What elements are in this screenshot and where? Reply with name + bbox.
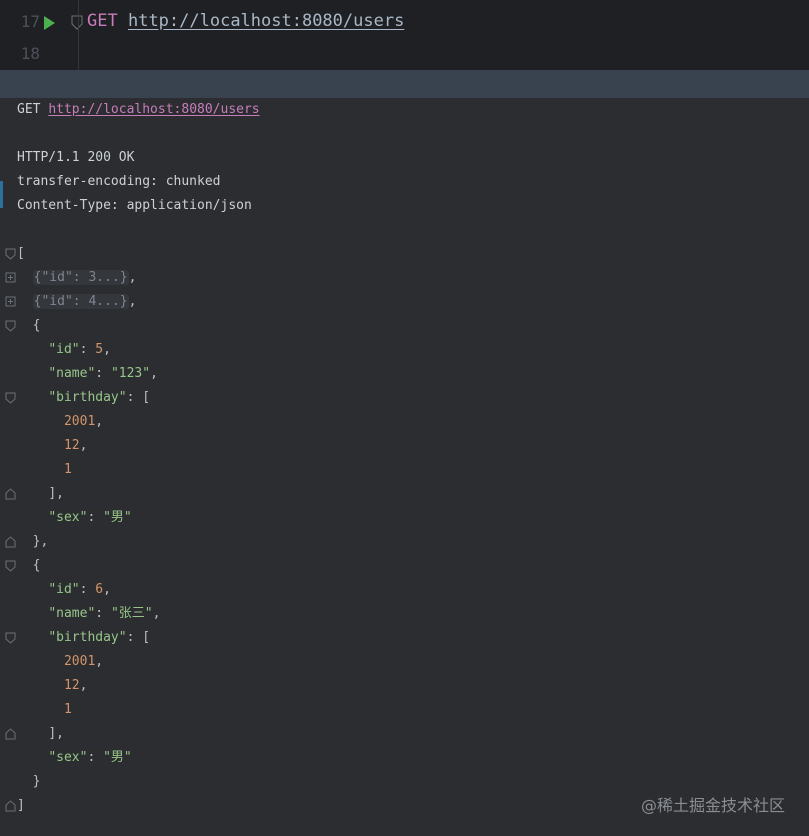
value-sex: "男" bbox=[103, 750, 132, 765]
collapsed-item-id3[interactable]: {"id": 3...} bbox=[32, 270, 129, 285]
fold-icon[interactable] bbox=[5, 392, 16, 404]
fold-icon[interactable] bbox=[5, 248, 16, 260]
response-request-line: GET http://localhost:8080/users bbox=[17, 98, 260, 122]
json-array-value: 1 bbox=[17, 458, 72, 482]
status-line: HTTP/1.1 200 OK bbox=[17, 150, 135, 165]
response-view[interactable]: GET http://localhost:8080/users HTTP/1.1… bbox=[0, 98, 809, 836]
json-field-sex: "sex": "男" bbox=[48, 510, 132, 525]
fold-icon[interactable] bbox=[71, 15, 83, 31]
line-number-17: 17 bbox=[20, 12, 40, 31]
json-field-sex: "sex": "男" bbox=[48, 750, 132, 765]
json-array-open: [ bbox=[17, 246, 25, 261]
value-birthday-day: 1 bbox=[63, 462, 72, 477]
json-field-id: "id": 5, bbox=[48, 342, 111, 357]
json-object-open: { bbox=[32, 558, 41, 573]
value-birthday-day: 1 bbox=[63, 702, 72, 717]
run-request-icon[interactable] bbox=[42, 15, 56, 31]
json-array-value: 12, bbox=[63, 678, 88, 693]
fold-end-icon[interactable] bbox=[5, 536, 16, 548]
json-array-value: 12, bbox=[63, 438, 88, 453]
json-field-name: "name": "张三", bbox=[48, 606, 161, 621]
json-field-birthday: "birthday": [ bbox=[48, 390, 151, 405]
request-line[interactable]: GET http://localhost:8080/users bbox=[87, 11, 404, 31]
json-array-value: 2001, bbox=[63, 414, 104, 429]
http-request-editor[interactable]: 17 18 GET http://localhost:8080/users bbox=[0, 0, 809, 70]
json-field-id: "id": 6, bbox=[48, 582, 111, 597]
json-field-birthday: "birthday": [ bbox=[48, 630, 151, 645]
header-content-type: Content-Type: application/json bbox=[17, 198, 252, 213]
value-sex: "男" bbox=[103, 510, 132, 525]
collapsed-object[interactable]: {"id": 3...}, bbox=[17, 266, 136, 290]
fold-icon[interactable] bbox=[5, 632, 16, 644]
value-birthday-year: 2001 bbox=[63, 414, 96, 429]
value-name: "张三" bbox=[110, 606, 153, 621]
fold-icon[interactable] bbox=[5, 560, 16, 572]
expand-icon[interactable] bbox=[5, 296, 16, 308]
value-birthday-month: 12 bbox=[63, 438, 80, 453]
line-number-18: 18 bbox=[20, 44, 40, 63]
value-id: 6 bbox=[95, 582, 104, 597]
collapsed-item-id4[interactable]: {"id": 4...} bbox=[32, 294, 129, 309]
response-url-link[interactable]: http://localhost:8080/users bbox=[48, 102, 259, 117]
request-url-link[interactable]: http://localhost:8080/users bbox=[128, 11, 404, 31]
gutter-separator bbox=[78, 0, 79, 70]
response-method: GET bbox=[17, 102, 41, 117]
watermark: @稀土掘金技术社区 bbox=[640, 796, 785, 815]
value-birthday-month: 12 bbox=[63, 678, 80, 693]
json-object-open: { bbox=[32, 318, 41, 333]
json-object-close: } bbox=[32, 774, 41, 789]
response-header-bar bbox=[0, 70, 809, 98]
json-array-value: 2001, bbox=[63, 654, 104, 669]
value-id: 5 bbox=[95, 342, 104, 357]
fold-end-icon[interactable] bbox=[5, 800, 16, 812]
fold-icon[interactable] bbox=[5, 320, 16, 332]
json-object-close: }, bbox=[32, 534, 49, 549]
value-birthday-year: 2001 bbox=[63, 654, 96, 669]
request-method: GET bbox=[87, 11, 118, 31]
expand-icon[interactable] bbox=[5, 272, 16, 284]
header-transfer-encoding: transfer-encoding: chunked bbox=[17, 174, 221, 189]
json-array-close: ], bbox=[48, 726, 64, 741]
fold-end-icon[interactable] bbox=[5, 488, 16, 500]
json-array-close: ] bbox=[17, 798, 25, 813]
json-field-name: "name": "123", bbox=[48, 366, 158, 381]
json-array-value: 1 bbox=[17, 698, 72, 722]
collapsed-object[interactable]: {"id": 4...}, bbox=[17, 290, 136, 314]
json-array-close: ], bbox=[48, 486, 64, 501]
value-name: "123" bbox=[110, 366, 151, 381]
fold-end-icon[interactable] bbox=[5, 728, 16, 740]
